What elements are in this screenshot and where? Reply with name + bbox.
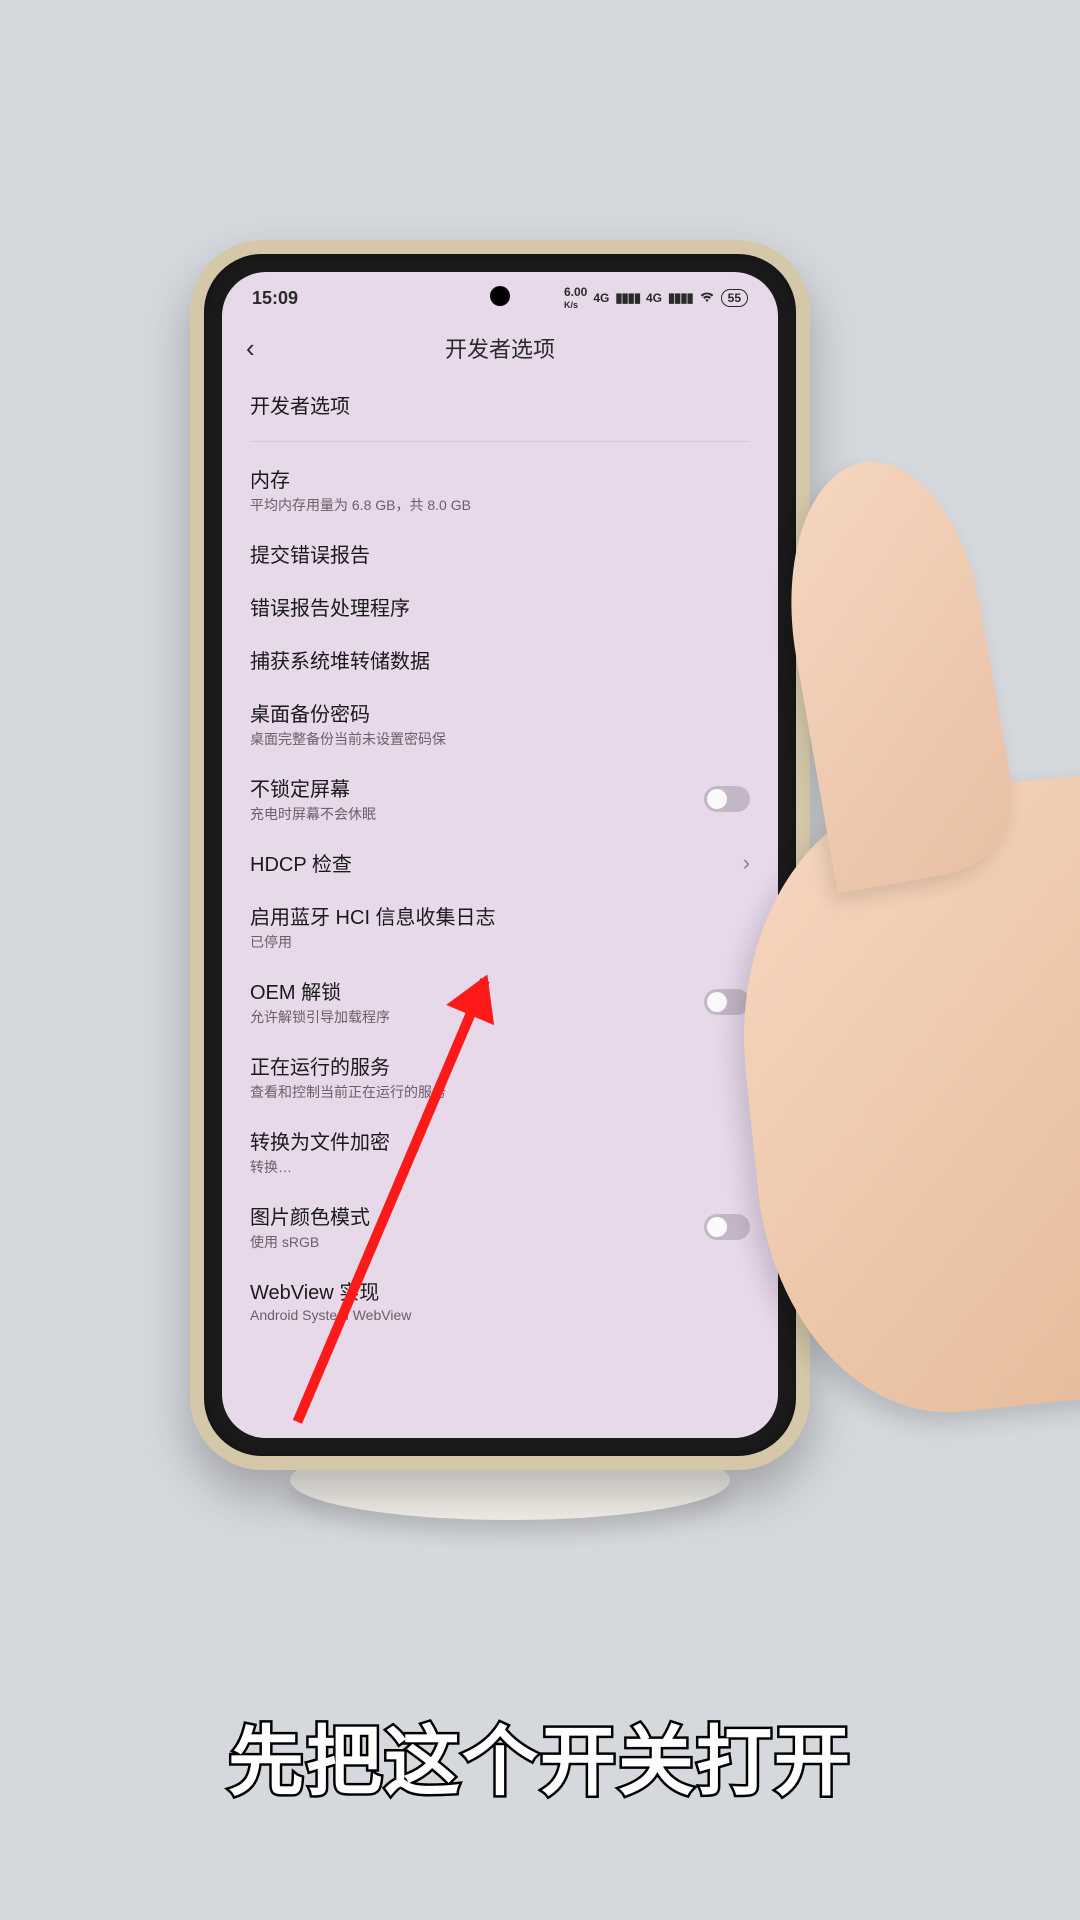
row-title: 正在运行的服务 [250, 1051, 750, 1080]
row-title: OEM 解锁 [250, 976, 704, 1005]
divider [250, 441, 750, 442]
developer-options-master-toggle[interactable]: 开发者选项 [250, 374, 750, 435]
fade-overlay [222, 1408, 778, 1438]
settings-list[interactable]: 开发者选项 内存 平均内存用量为 6.8 GB，共 8.0 GB 提交错误报告 … [222, 374, 778, 1327]
row-heap-dump[interactable]: 捕获系统堆转储数据 [250, 633, 750, 686]
screen: 15:09 6.00 K/s 4G ▮▮▮▮ 4G ▮▮▮▮ 55 ‹ 开发者选… [222, 272, 778, 1438]
status-net1: 4G [593, 291, 609, 305]
row-subtitle: 桌面完整备份当前未设置密码保 [250, 729, 750, 749]
row-title: 开发者选项 [250, 390, 750, 419]
row-title: 捕获系统堆转储数据 [250, 645, 750, 674]
status-net2: 4G [646, 291, 662, 305]
wifi-icon [699, 291, 715, 306]
row-bug-report[interactable]: 提交错误报告 [250, 527, 750, 580]
row-subtitle: 查看和控制当前正在运行的服务 [250, 1082, 750, 1102]
color-mode-toggle[interactable] [704, 1214, 750, 1240]
phone-frame: 15:09 6.00 K/s 4G ▮▮▮▮ 4G ▮▮▮▮ 55 ‹ 开发者选… [190, 240, 810, 1470]
row-backup-password[interactable]: 桌面备份密码 桌面完整备份当前未设置密码保 [250, 686, 750, 761]
row-subtitle: 使用 sRGB [250, 1232, 704, 1252]
page-title: 开发者选项 [276, 332, 724, 364]
signal-icon-2: ▮▮▮▮ [668, 290, 693, 306]
row-title: 内存 [250, 464, 750, 493]
row-subtitle: 允许解锁引导加载程序 [250, 1007, 704, 1027]
oem-unlock-toggle[interactable] [704, 989, 750, 1015]
status-time: 15:09 [252, 288, 298, 309]
row-title: 转换为文件加密 [250, 1126, 750, 1155]
status-speed: 6.00 [564, 285, 587, 299]
caption-text: 先把这个开关打开 [0, 1700, 1080, 1810]
row-memory[interactable]: 内存 平均内存用量为 6.8 GB，共 8.0 GB [250, 452, 750, 527]
back-button[interactable]: ‹ [246, 333, 276, 364]
row-bluetooth-hci[interactable]: 启用蓝牙 HCI 信息收集日志 已停用 [250, 889, 750, 964]
row-running-services[interactable]: 正在运行的服务 查看和控制当前正在运行的服务 [250, 1039, 750, 1114]
row-title: 错误报告处理程序 [250, 592, 750, 621]
row-title: 启用蓝牙 HCI 信息收集日志 [250, 901, 750, 930]
row-subtitle: 平均内存用量为 6.8 GB，共 8.0 GB [250, 495, 750, 515]
row-webview[interactable]: WebView 实现 Android System WebView [250, 1264, 750, 1327]
row-stay-awake[interactable]: 不锁定屏幕 充电时屏幕不会休眠 [250, 761, 750, 836]
row-title: 图片颜色模式 [250, 1201, 704, 1230]
row-subtitle: 充电时屏幕不会休眠 [250, 804, 704, 824]
row-subtitle: Android System WebView [250, 1307, 750, 1323]
row-subtitle: 已停用 [250, 932, 750, 952]
row-hdcp[interactable]: HDCP 检查 › [250, 836, 750, 889]
row-title: HDCP 检查 [250, 848, 743, 877]
row-oem-unlock[interactable]: OEM 解锁 允许解锁引导加载程序 [250, 964, 750, 1039]
row-title: 提交错误报告 [250, 539, 750, 568]
row-title: 桌面备份密码 [250, 698, 750, 727]
row-title: 不锁定屏幕 [250, 773, 704, 802]
camera-hole [490, 286, 510, 306]
row-title: WebView 实现 [250, 1276, 750, 1305]
row-subtitle: 转换… [250, 1157, 750, 1177]
signal-icon-1: ▮▮▮▮ [615, 290, 640, 306]
row-color-mode[interactable]: 图片颜色模式 使用 sRGB [250, 1189, 750, 1264]
status-right: 6.00 K/s 4G ▮▮▮▮ 4G ▮▮▮▮ 55 [564, 286, 748, 310]
chevron-right-icon: › [743, 850, 750, 876]
stay-awake-toggle[interactable] [704, 786, 750, 812]
page-header: ‹ 开发者选项 [222, 314, 778, 374]
status-speed-unit: K/s [564, 300, 578, 310]
battery-indicator: 55 [721, 289, 748, 307]
row-file-encryption[interactable]: 转换为文件加密 转换… [250, 1114, 750, 1189]
row-bug-handler[interactable]: 错误报告处理程序 [250, 580, 750, 633]
